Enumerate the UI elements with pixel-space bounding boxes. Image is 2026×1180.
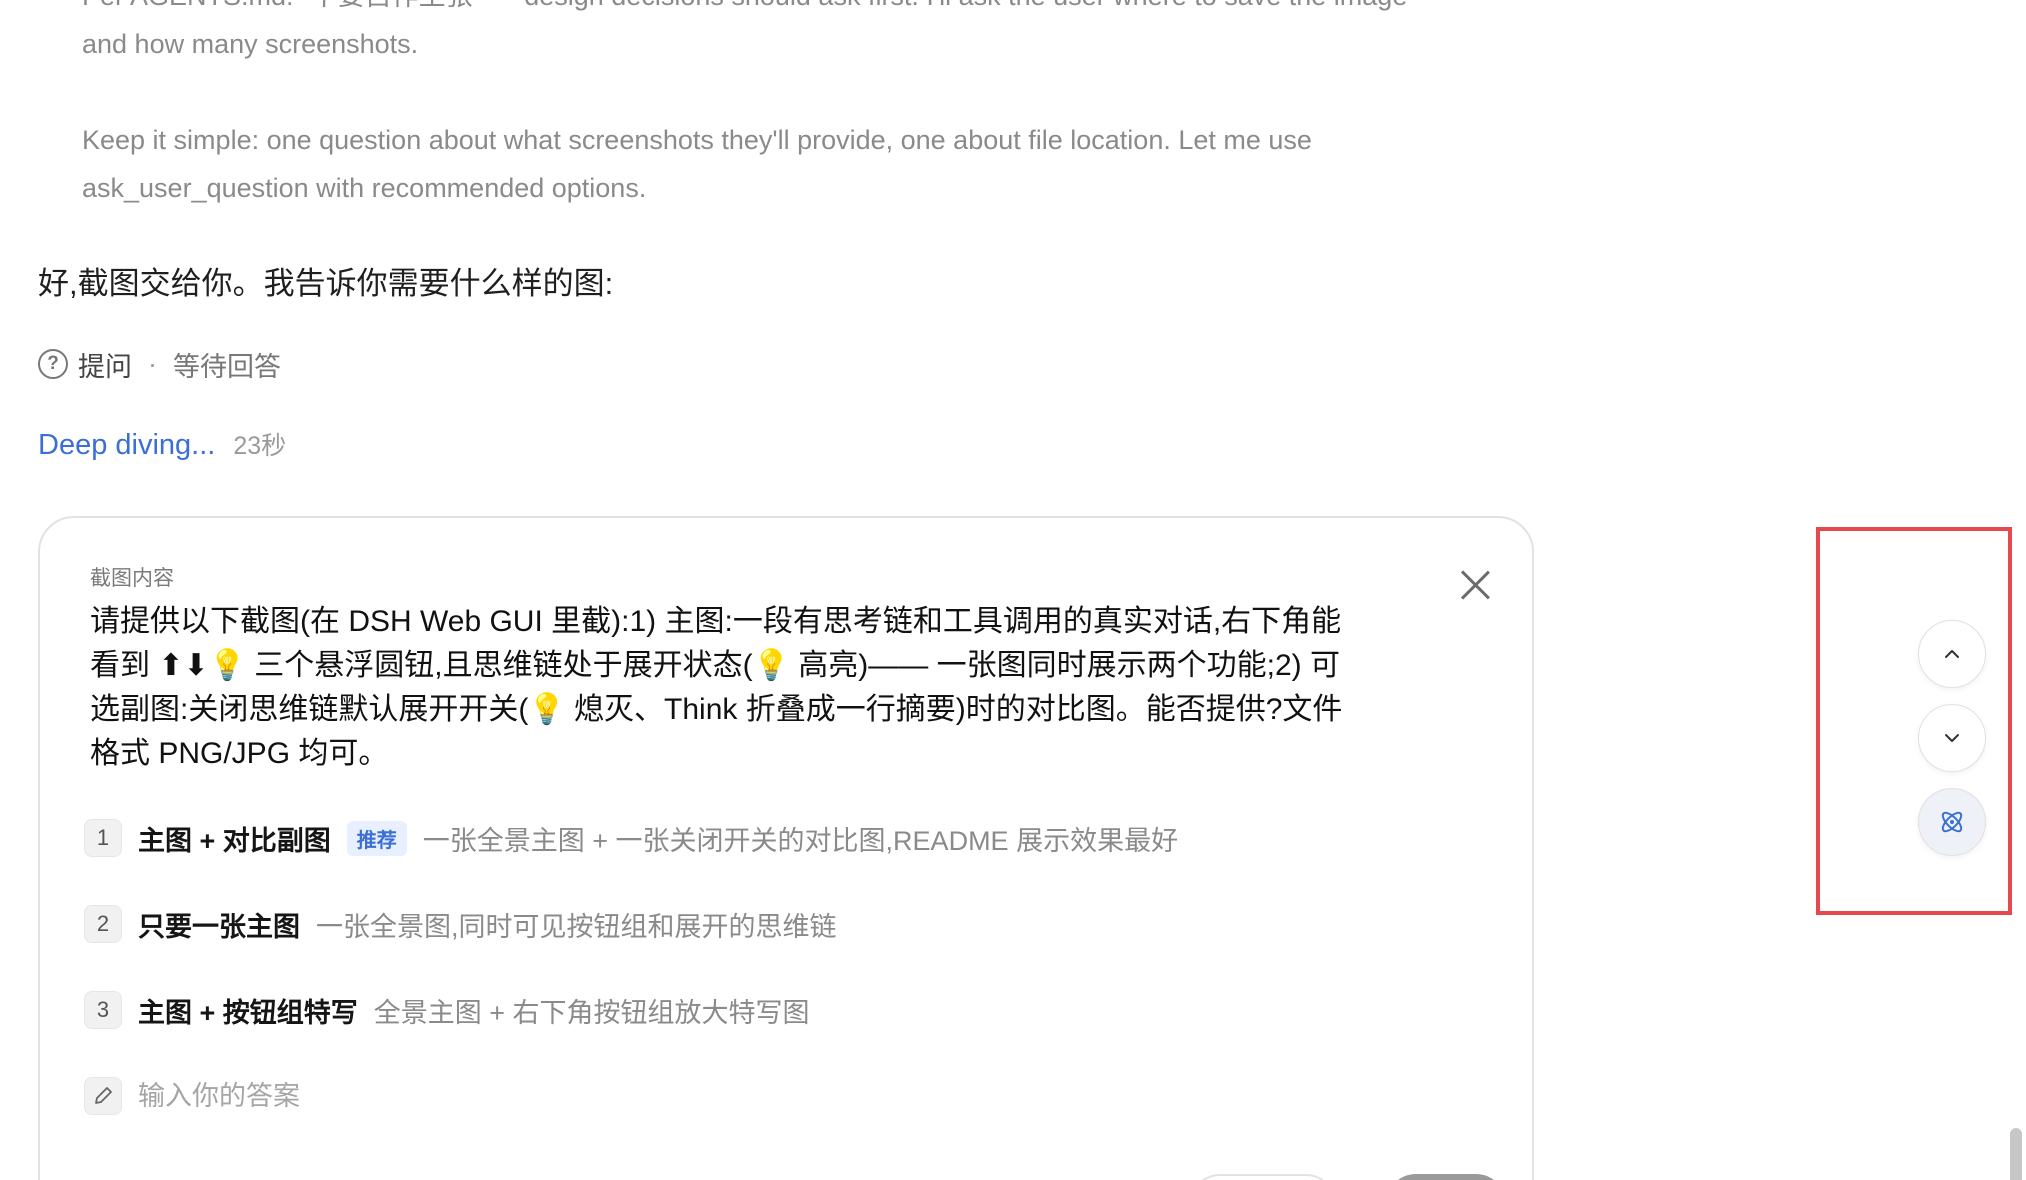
thinking-paragraph: Keep it simple: one question about what …	[82, 116, 1502, 212]
close-icon[interactable]	[1458, 568, 1492, 602]
option-number: 1	[84, 819, 122, 857]
thinking-line: Keep it simple: one question about what …	[82, 125, 1312, 155]
question-text: 请提供以下截图(在 DSH Web GUI 里截):1) 主图:一段有思考链和工…	[90, 600, 1470, 776]
assistant-message: 好,截图交给你。我告诉你需要什么样的图:	[38, 266, 614, 301]
answer-option-1[interactable]: 1 主图 + 对比副图 推荐 一张全景主图 + 一张关闭开关的对比图,READM…	[84, 818, 1178, 858]
option-description: 全景主图 + 右下角按钮组放大特写图	[373, 997, 810, 1028]
thinking-line: and how many screenshots.	[82, 29, 419, 59]
submit-button[interactable]	[1386, 1174, 1506, 1180]
question-line: 格式 PNG/JPG 均可。	[90, 737, 389, 770]
tool-state: 等待回答	[173, 351, 281, 382]
card-title: 截图内容	[90, 567, 174, 590]
question-line: 看到 ⬆⬇💡 三个悬浮圆钮,且思维链处于展开状态(💡 高亮)—— 一张图同时展示…	[90, 649, 1340, 682]
option-description: 一张全景主图 + 一张关闭开关的对比图,README 展示效果最好	[422, 825, 1179, 856]
answer-input[interactable]	[138, 1080, 1038, 1112]
tool-label: 提问	[78, 351, 132, 382]
highlight-box	[1816, 527, 2012, 915]
chevron-down-icon	[1945, 734, 1959, 742]
scroll-down-button[interactable]	[1918, 704, 1986, 772]
option-title: 只要一张主图	[138, 911, 300, 942]
pencil-icon	[84, 1077, 122, 1115]
question-line: 请提供以下截图(在 DSH Web GUI 里截):1) 主图:一段有思考链和工…	[90, 605, 1342, 638]
tool-status-row: ? 提问 · 等待回答	[38, 344, 281, 384]
custom-answer-row	[84, 1076, 1038, 1116]
option-number: 3	[84, 991, 122, 1029]
question-card: 截图内容 请提供以下截图(在 DSH Web GUI 里截):1) 主图:一段有…	[38, 516, 1534, 1180]
question-circle-icon: ?	[38, 349, 68, 379]
answer-option-3[interactable]: 3 主图 + 按钮组特写 全景主图 + 右下角按钮组放大特写图	[84, 990, 810, 1030]
option-number: 2	[84, 905, 122, 943]
option-title: 主图 + 按钮组特写	[138, 997, 358, 1028]
thinking-toggle-button[interactable]	[1918, 788, 1986, 856]
elapsed-time: 23秒	[233, 432, 287, 460]
separator-dot: ·	[148, 348, 157, 379]
atom-icon	[1941, 811, 1963, 833]
thinking-line: ask_user_question with recommended optio…	[82, 173, 647, 203]
option-description: 一张全景图,同时可见按钮组和展开的思维链	[316, 911, 837, 942]
chat-page: Per AGENTS.md: "不要自作主张" — design decisio…	[0, 0, 2026, 1180]
option-title: 主图 + 对比副图	[138, 825, 331, 856]
thinking-line: Per AGENTS.md: "不要自作主张" — design decisio…	[82, 0, 1502, 20]
scrollbar-thumb[interactable]	[2010, 1128, 2022, 1180]
thinking-paragraph: Per AGENTS.md: "不要自作主张" — design decisio…	[82, 0, 1502, 68]
answer-option-2[interactable]: 2 只要一张主图 一张全景图,同时可见按钮组和展开的思维链	[84, 904, 837, 944]
recommended-badge: 推荐	[346, 820, 407, 856]
scroll-up-button[interactable]	[1918, 620, 1986, 688]
skip-button[interactable]	[1190, 1174, 1336, 1180]
deep-diving-indicator: Deep diving... 23秒	[38, 426, 286, 462]
chevron-up-icon	[1945, 650, 1959, 658]
deep-diving-label[interactable]: Deep diving...	[38, 429, 215, 462]
question-line: 选副图:关闭思维链默认展开开关(💡 熄灭、Think 折叠成一行摘要)时的对比图…	[90, 693, 1343, 726]
